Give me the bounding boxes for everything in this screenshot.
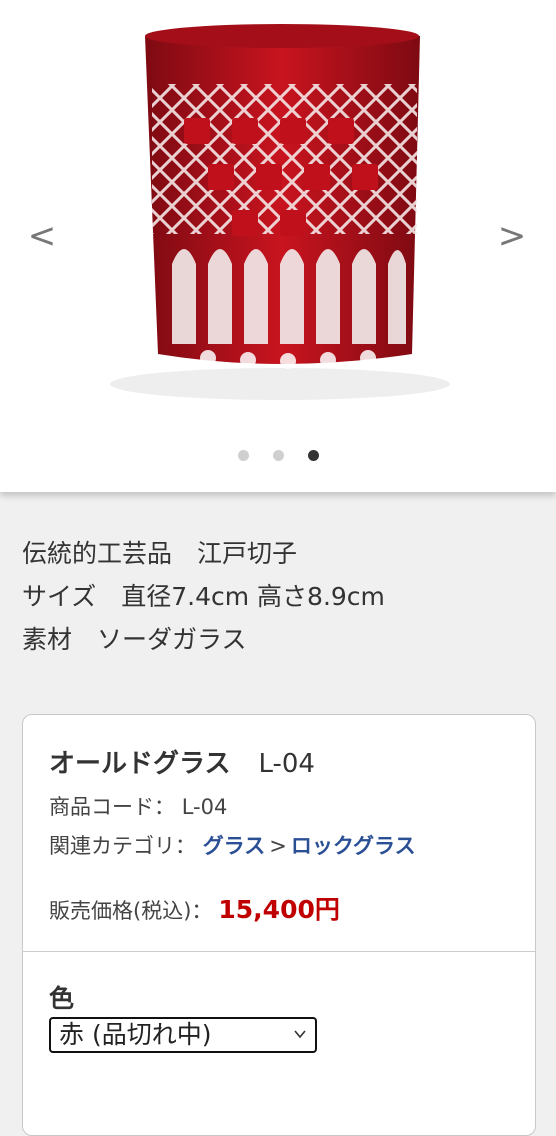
gallery-prev-button[interactable]: < [22,218,62,254]
description-craft: 伝統的工芸品 江戸切子 [22,539,298,568]
product-image-gallery: < > [0,0,556,492]
product-code-label: 商品コード： [49,795,175,819]
color-select-value: 赤 (品切れ中) [59,1020,212,1049]
gallery-next-button[interactable]: > [492,218,532,254]
chevron-down-icon [294,1030,306,1039]
product-code-row: 商品コード： L-04 [49,791,227,821]
description-size: サイズ 直径7.4cm 高さ8.9cm [22,582,385,611]
description-material: 素材 ソーダガラス [22,625,247,654]
related-category-row: 関連カテゴリ： グラス > ロックグラス [49,830,416,860]
color-select[interactable]: 赤 (品切れ中) [49,1017,317,1053]
color-option-label: 色 [49,984,75,1013]
breadcrumb-separator: > [269,834,287,858]
product-title: オールドグラス L-04 [49,743,315,780]
related-category-label: 関連カテゴリ： [49,834,196,858]
gallery-pagination [0,446,556,461]
product-code-value: L-04 [181,795,228,819]
gallery-dot-2[interactable] [272,450,284,461]
price-row: 販売価格(税込)： 15,400円 [49,890,340,926]
divider [23,951,535,952]
product-image [110,24,450,400]
gallery-dot-3[interactable] [307,450,319,461]
price-label: 販売価格(税込)： [49,899,213,923]
category-link-glass[interactable]: グラス [203,834,266,858]
product-description: 伝統的工芸品 江戸切子 サイズ 直径7.4cm 高さ8.9cm 素材 ソーダガラ… [22,532,542,661]
gallery-dot-1[interactable] [237,450,249,461]
category-link-rock-glass[interactable]: ロックグラス [291,834,416,858]
product-info-card: オールドグラス L-04 商品コード： L-04 関連カテゴリ： グラス > ロックグ… [22,714,536,1136]
product-title-code: L-04 [258,749,315,779]
price-value: 15,400円 [218,895,340,924]
product-name: オールドグラス [49,749,231,779]
